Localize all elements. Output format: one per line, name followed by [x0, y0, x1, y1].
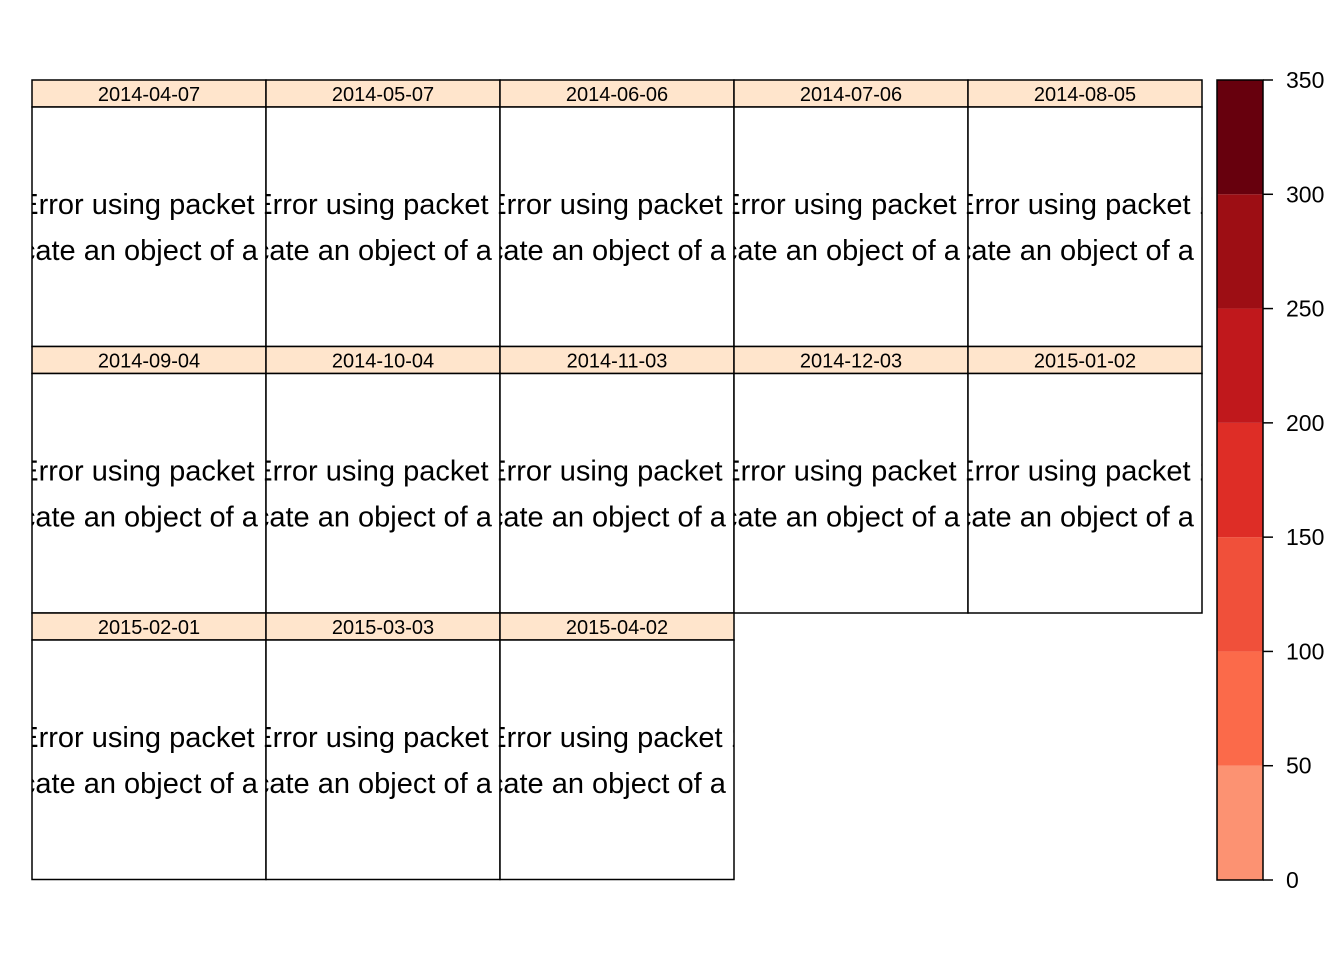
panel-strip-label: 2014-06-06 — [566, 84, 668, 106]
panel-strip-label: 2015-04-02 — [566, 617, 668, 639]
panel-body — [499, 106, 735, 348]
panel-body — [967, 372, 1203, 614]
panel-error-line1: Error using packet 1 — [253, 722, 513, 754]
colorkey-tick-label: 200 — [1286, 410, 1324, 436]
panel-strip-label: 2014-05-07 — [332, 84, 434, 106]
colorkey-tick-label: 0 — [1286, 867, 1299, 893]
colorkey-tick-label: 250 — [1286, 296, 1324, 322]
panel-error-line1: Error using packet 1 — [19, 456, 279, 488]
panel-error-line1: Error using packet 1 — [955, 189, 1215, 221]
colorkey-bin — [1217, 537, 1263, 652]
colorkey-bin — [1217, 765, 1263, 880]
panel-body — [733, 372, 969, 614]
panel-error-line1: Error using packet 1 — [19, 722, 279, 754]
panel-grid: 2014-04-07Error using packet 1cannot all… — [19, 79, 1215, 881]
colorkey-tick-label: 50 — [1286, 753, 1312, 779]
panel-strip-label: 2014-04-07 — [98, 84, 200, 106]
panel-strip-label: 2015-02-01 — [98, 617, 200, 639]
panel-body — [733, 106, 969, 348]
panel-strip-label: 2015-01-02 — [1034, 351, 1136, 373]
panel-strip-label: 2014-12-03 — [800, 351, 902, 373]
panel-strip-label: 2015-03-03 — [332, 617, 434, 639]
colorkey: 0 50 100 150 200 250 300 350 — [1216, 67, 1324, 893]
panel-error-line1: Error using packet 1 — [487, 456, 747, 488]
panel-error-line1: Error using packet 1 — [19, 189, 279, 221]
colorkey-tick-label: 150 — [1286, 524, 1324, 550]
panel-body — [31, 372, 267, 614]
panel-body — [31, 639, 267, 881]
panel-body — [31, 106, 267, 348]
colorkey-bin — [1217, 651, 1263, 766]
panel-body — [967, 106, 1203, 348]
panel-error-line1: Error using packet 1 — [487, 189, 747, 221]
colorkey-bin — [1217, 194, 1263, 309]
panel-body — [265, 372, 501, 614]
panel-body — [265, 639, 501, 881]
colorkey-bin — [1217, 80, 1263, 195]
panel-body — [499, 372, 735, 614]
colorkey-tick-label: 350 — [1286, 67, 1324, 93]
panel-strip-label: 2014-08-05 — [1034, 84, 1136, 106]
colorkey-tick-label: 300 — [1286, 181, 1324, 207]
panel-strip-label: 2014-09-04 — [98, 351, 200, 373]
panel-error-line1: Error using packet 1 — [955, 456, 1215, 488]
colorkey-tick-label: 100 — [1286, 638, 1324, 664]
chart: 2014-04-07Error using packet 1cannot all… — [19, 67, 1324, 893]
colorkey-bin — [1217, 308, 1263, 423]
panel-error-line1: Error using packet 1 — [721, 456, 981, 488]
panel-strip-label: 2014-07-06 — [800, 84, 902, 106]
colorkey-bin — [1217, 422, 1263, 538]
panel-error-line1: Error using packet 1 — [721, 189, 981, 221]
panel-error-line1: Error using packet 1 — [487, 722, 747, 754]
panel-strip-label: 2014-10-04 — [332, 351, 434, 373]
panel-body — [265, 106, 501, 348]
panel-body — [499, 639, 735, 881]
panel-strip-label: 2014-11-03 — [567, 351, 668, 373]
panel-error-line1: Error using packet 1 — [253, 456, 513, 488]
panel-error-line1: Error using packet 1 — [253, 189, 513, 221]
